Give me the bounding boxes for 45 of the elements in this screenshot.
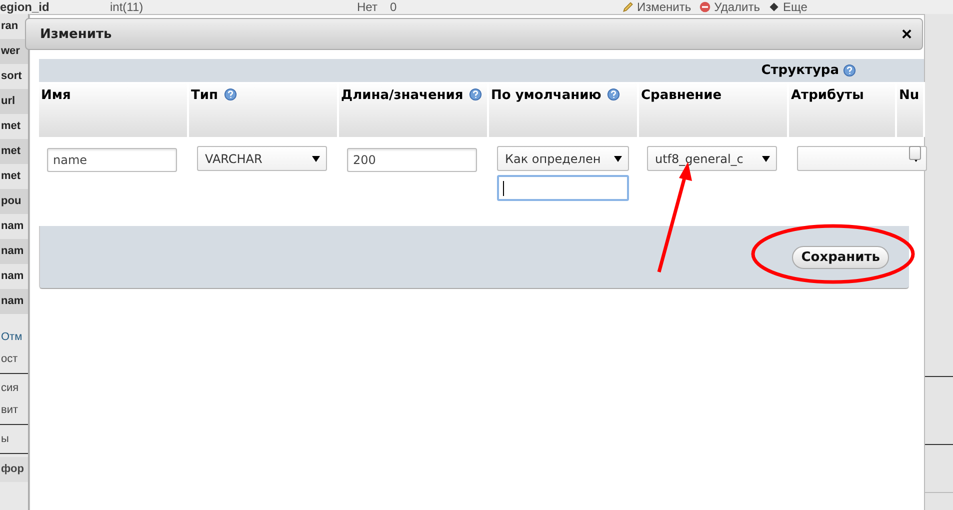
column-name: wer — [0, 39, 28, 64]
column-name: nam — [0, 289, 28, 314]
help-icon[interactable] — [224, 88, 237, 101]
sidebar-link[interactable]: Отм — [0, 326, 28, 348]
input-field[interactable] — [497, 175, 629, 201]
input-field[interactable]: 200 — [347, 148, 477, 172]
sidebar-text: ы — [0, 432, 10, 447]
dropdown[interactable]: utf8_general_c — [647, 146, 777, 171]
minus-circle-icon — [699, 1, 712, 13]
sidebar-text: сия — [0, 381, 20, 396]
action-link[interactable]: Еще — [768, 1, 808, 13]
header-label: Длина/значения — [341, 88, 464, 103]
checkbox[interactable] — [909, 146, 921, 160]
column-name: met — [0, 139, 28, 164]
header-label: Nu — [899, 88, 920, 103]
header-label: Имя — [41, 88, 71, 103]
help-icon[interactable] — [469, 88, 482, 101]
column-name: url — [0, 89, 28, 114]
sidebar-text: вит — [0, 403, 20, 418]
dialog-title: Изменить — [40, 26, 112, 42]
caret-icon — [762, 156, 770, 162]
save-button[interactable]: Сохранить — [792, 246, 889, 268]
input-field[interactable]: name — [47, 148, 177, 172]
help-icon[interactable] — [607, 88, 620, 101]
column-name: nam — [0, 239, 28, 264]
column-name: pou — [0, 189, 28, 214]
header-label: По умолчанию — [491, 88, 602, 103]
help-icon[interactable] — [843, 64, 856, 77]
action-link[interactable]: Изменить — [622, 1, 692, 13]
table-cell-text: int(11) — [110, 1, 144, 13]
dropdown[interactable]: Как определен — [497, 146, 629, 171]
table-cell-text: 0 — [390, 1, 398, 13]
header-label: Тип — [191, 88, 218, 103]
sidebar-text: ост — [0, 352, 19, 367]
caret-icon — [614, 156, 622, 162]
header-label: Сравнение — [641, 88, 722, 103]
table-cell-text: egion_id — [0, 1, 50, 13]
close-button[interactable]: × — [901, 25, 912, 43]
table-cell-text: Нет — [357, 1, 378, 13]
caret-icon — [312, 156, 320, 162]
sidebar-text: фор — [0, 457, 28, 482]
dropdown[interactable]: VARCHAR — [197, 146, 327, 171]
section-title: Структура — [761, 63, 839, 78]
header-label: Атрибуты — [791, 88, 864, 103]
action-link[interactable]: Удалить — [699, 1, 760, 13]
